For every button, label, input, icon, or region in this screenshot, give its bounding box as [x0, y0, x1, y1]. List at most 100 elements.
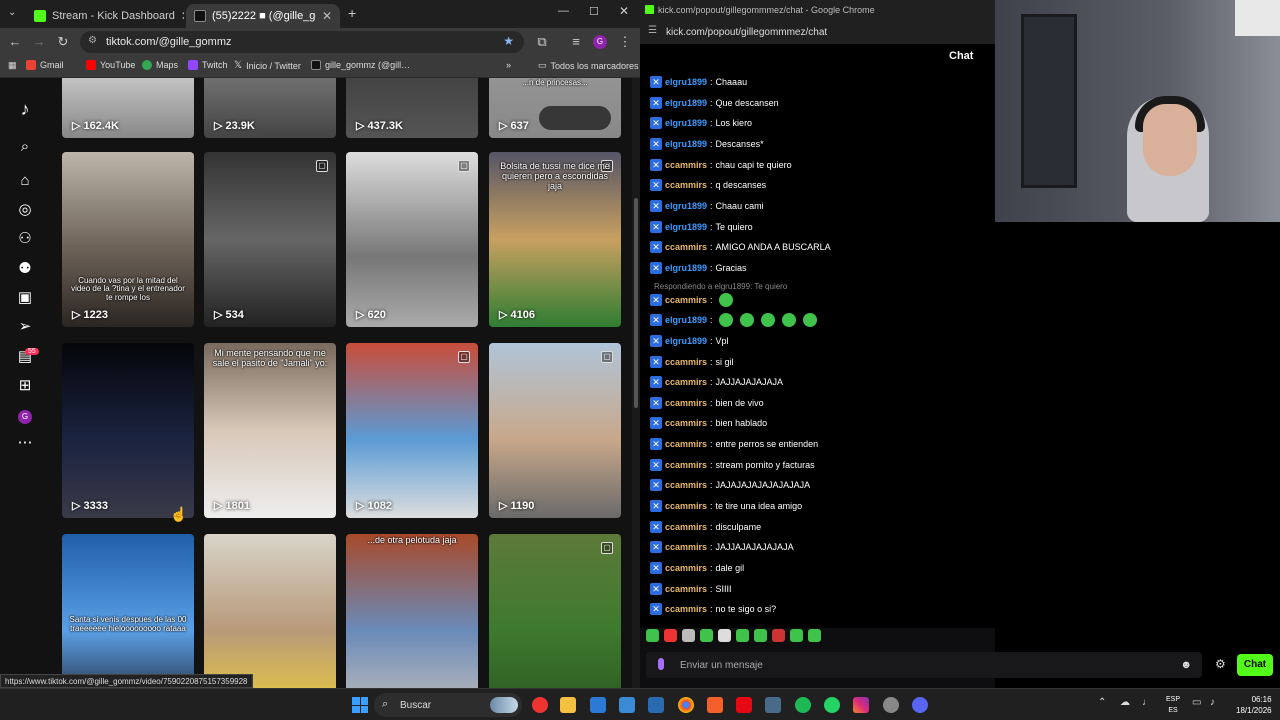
- emote-icon[interactable]: [664, 629, 677, 642]
- profile-icon[interactable]: G: [14, 404, 36, 426]
- friends-icon[interactable]: ⚉: [14, 258, 36, 280]
- emote-icon[interactable]: [682, 629, 695, 642]
- menu-icon[interactable]: ⋮: [617, 34, 633, 50]
- chat-username[interactable]: ccammirs: [665, 295, 707, 305]
- tab-kick-dashboard[interactable]: Stream - Kick Dashboard ✕: [26, 4, 184, 28]
- send-chat-button[interactable]: Chat: [1237, 654, 1273, 676]
- chat-username[interactable]: elgru1899: [665, 118, 707, 128]
- popout-address-bar[interactable]: ☰ kick.com/popout/gillegommmez/chat: [640, 20, 995, 44]
- back-icon[interactable]: ←: [7, 34, 23, 50]
- window-close-icon[interactable]: ✕: [619, 4, 629, 18]
- emote-icon[interactable]: [808, 629, 821, 642]
- minimize-icon[interactable]: —: [558, 5, 569, 17]
- video-card[interactable]: ▢ Bolsita de tussi me dice me quieren per…: [489, 152, 621, 327]
- video-card[interactable]: ▢ ▷ 1082: [346, 343, 478, 518]
- video-card[interactable]: ▢ ▷ 534: [204, 152, 336, 327]
- display-icon[interactable]: ▭: [1192, 697, 1201, 708]
- address-bar[interactable]: ⚙ tiktok.com/@gille_gommz ★: [80, 31, 524, 53]
- video-card[interactable]: ▢: [489, 534, 621, 688]
- bookmark-youtube[interactable]: YouTube: [86, 60, 135, 70]
- video-card[interactable]: ...de otra pelotuda jaja: [346, 534, 478, 688]
- microphone-icon[interactable]: ♩: [1142, 697, 1152, 708]
- clock[interactable]: 06:16 18/1/2026: [1236, 694, 1272, 716]
- start-windows-icon[interactable]: [352, 697, 368, 713]
- upload-icon[interactable]: ⊞: [14, 375, 36, 397]
- video-card[interactable]: ▢ ▷ 1190: [489, 343, 621, 518]
- scrollbar-thumb[interactable]: [634, 198, 638, 408]
- video-card[interactable]: ▷ 162.4K: [62, 78, 194, 138]
- chat-username[interactable]: elgru1899: [665, 98, 707, 108]
- chat-username[interactable]: ccammirs: [665, 160, 707, 170]
- home-icon[interactable]: ⌂: [14, 170, 36, 192]
- chat-username[interactable]: ccammirs: [665, 377, 707, 387]
- scrollbar[interactable]: [632, 78, 640, 688]
- emoji-icon[interactable]: ☻: [1180, 659, 1192, 671]
- chat-username[interactable]: elgru1899: [665, 315, 707, 325]
- chat-username[interactable]: ccammirs: [665, 242, 707, 252]
- bookmark-all[interactable]: ▭ Todos los marcadores: [538, 60, 639, 71]
- video-card[interactable]: Santa si venis despues de las 00 traeeee…: [62, 534, 194, 688]
- chrome-icon[interactable]: [678, 697, 694, 713]
- video-card[interactable]: ...n de princesas... ▷ 637: [489, 78, 621, 138]
- forward-icon[interactable]: →: [31, 34, 47, 50]
- emote-icon[interactable]: [700, 629, 713, 642]
- app-icon[interactable]: [648, 697, 664, 713]
- maximize-icon[interactable]: ☐: [589, 5, 599, 18]
- chat-username[interactable]: ccammirs: [665, 501, 707, 511]
- bookmark-gmail[interactable]: Gmail: [26, 60, 64, 70]
- app-icon[interactable]: [707, 697, 723, 713]
- chat-username[interactable]: ccammirs: [665, 460, 707, 470]
- chat-username[interactable]: ccammirs: [665, 480, 707, 490]
- chat-username[interactable]: elgru1899: [665, 222, 707, 232]
- video-card[interactable]: Cuando vas por la mitad del video de la …: [62, 152, 194, 327]
- chat-username[interactable]: ccammirs: [665, 542, 707, 552]
- search-icon[interactable]: ⌕: [14, 136, 36, 158]
- discord-icon[interactable]: [912, 697, 928, 713]
- chat-username[interactable]: ccammirs: [665, 180, 707, 190]
- messages-icon[interactable]: ➢: [14, 316, 36, 338]
- chat-username[interactable]: ccammirs: [665, 522, 707, 532]
- floating-controls[interactable]: [539, 106, 611, 130]
- following-icon[interactable]: ⚇: [14, 228, 36, 250]
- profile-avatar[interactable]: G: [593, 35, 607, 49]
- video-card[interactable]: Mi mente pensando que me sale el pasito …: [204, 343, 336, 518]
- chevron-right-icon[interactable]: »: [506, 60, 511, 70]
- settings-gear-icon[interactable]: ⚙: [1215, 657, 1226, 671]
- chat-username[interactable]: ccammirs: [665, 439, 707, 449]
- media-icon[interactable]: ≡: [568, 34, 584, 50]
- tab-tiktok[interactable]: (55)2222 ■ (@gille_gomm… ✕: [186, 4, 340, 28]
- emote-icon[interactable]: [754, 629, 767, 642]
- video-card[interactable]: ▷ 437.3K: [346, 78, 478, 138]
- site-info-icon[interactable]: ⚙: [88, 35, 97, 46]
- spotify-icon[interactable]: [795, 697, 811, 713]
- tiktok-logo-icon[interactable]: ♪: [14, 98, 36, 120]
- more-icon[interactable]: ⋯: [14, 432, 36, 454]
- chat-input[interactable]: Enviar un mensaje ☻: [646, 652, 1202, 678]
- netflix-icon[interactable]: [736, 697, 752, 713]
- app-icon[interactable]: [619, 697, 635, 713]
- video-card[interactable]: [204, 534, 336, 688]
- new-tab-icon[interactable]: +: [348, 5, 356, 21]
- chat-username[interactable]: elgru1899: [665, 77, 707, 87]
- emote-icon[interactable]: [718, 629, 731, 642]
- chevron-up-icon[interactable]: ⌃: [1098, 697, 1106, 708]
- live-icon[interactable]: ▣: [14, 287, 36, 309]
- taskbar-search[interactable]: ⌕ Buscar: [374, 693, 522, 717]
- chat-username[interactable]: ccammirs: [665, 418, 707, 428]
- chat-username[interactable]: ccammirs: [665, 563, 707, 573]
- whatsapp-icon[interactable]: [824, 697, 840, 713]
- app-icon[interactable]: [532, 697, 548, 713]
- emote-icon[interactable]: [790, 629, 803, 642]
- bookmark-tiktok[interactable]: gille_gommz (@gill…: [311, 60, 410, 70]
- video-card[interactable]: ▷ 23.9K: [204, 78, 336, 138]
- mic-icon[interactable]: [658, 658, 664, 670]
- chat-username[interactable]: ccammirs: [665, 584, 707, 594]
- tab-search-icon[interactable]: ⌄: [8, 7, 16, 18]
- close-icon[interactable]: ✕: [322, 9, 332, 23]
- bookmark-star-icon[interactable]: ★: [503, 34, 514, 48]
- bookmark-twitter[interactable]: 𝕏 Inicio / Twitter: [234, 60, 301, 71]
- store-icon[interactable]: [590, 697, 606, 713]
- volume-icon[interactable]: ♪: [1210, 697, 1215, 708]
- language-indicator[interactable]: ESP ES: [1166, 694, 1180, 716]
- close-icon[interactable]: ✕: [181, 9, 184, 23]
